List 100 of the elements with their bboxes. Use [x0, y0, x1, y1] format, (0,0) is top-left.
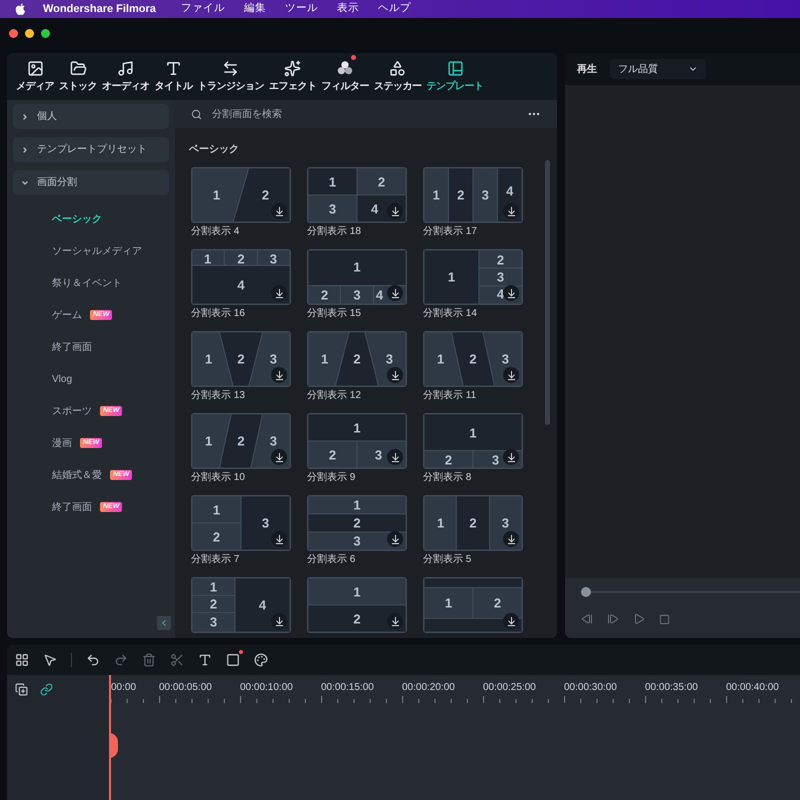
category-header[interactable]: 個人 [13, 104, 169, 129]
panel-number: 4 [506, 184, 514, 198]
collapse-button[interactable] [157, 616, 171, 630]
add-track-icon[interactable] [15, 683, 28, 696]
toolbar-tab[interactable]: トランジション [196, 60, 265, 94]
template-name: 分割表示 13 [191, 391, 246, 401]
panel-number: 3 [210, 616, 218, 629]
ruler-time-label: 00:00:30:00 [564, 683, 618, 693]
toolbar-tab[interactable]: ステッカー [373, 60, 422, 94]
category-item[interactable]: 結婚式＆愛 [52, 468, 102, 482]
category-item[interactable]: 終了画面 [52, 340, 92, 354]
menu-item[interactable]: ツール [284, 1, 318, 17]
toolbar-tab[interactable]: オーディオ [101, 60, 150, 94]
ruler-time-label: 00:00:20:00 [402, 683, 456, 693]
play-icon[interactable] [633, 613, 645, 625]
template-card[interactable]: 1 2 3 4 [307, 249, 407, 305]
download-icon [274, 288, 284, 298]
grid-icon[interactable] [15, 653, 29, 667]
text-icon[interactable] [198, 653, 212, 667]
category-item[interactable]: 漫画 [52, 436, 72, 450]
menu-item[interactable]: 表示 [336, 1, 359, 17]
progress-slider[interactable] [581, 587, 800, 597]
next-frame-icon[interactable] [607, 613, 619, 625]
toolbar-tab[interactable]: フィルター [320, 59, 370, 94]
template-card[interactable]: 1 2 3 [423, 331, 523, 387]
template-card[interactable]: 1 2 [307, 577, 407, 633]
toolbar-tab[interactable]: テンプレート [426, 60, 484, 94]
minimize-window-button[interactable] [25, 29, 34, 38]
download-icon [506, 534, 516, 544]
panel-number: 1 [353, 585, 361, 598]
category-item[interactable]: 祭り＆イベント [52, 276, 122, 290]
menu-item[interactable]: ヘルプ [378, 1, 411, 17]
redo-icon[interactable] [114, 653, 128, 667]
category-item[interactable]: ゲーム [52, 308, 82, 322]
section-title: ベーシック [189, 145, 240, 155]
template-name: 分割表示 10 [191, 473, 246, 483]
sticker-icon [389, 60, 406, 77]
template-card[interactable]: 1 2 3 [307, 413, 407, 469]
template-card[interactable]: 1 2 3 4 [307, 167, 407, 223]
template-card[interactable]: 1 2 3 [423, 413, 523, 469]
panel-number: 3 [502, 352, 509, 366]
progress-handle[interactable] [581, 587, 591, 597]
download-icon [274, 452, 284, 462]
palette-icon[interactable] [254, 653, 268, 667]
zoom-window-button[interactable] [41, 29, 50, 38]
close-window-button[interactable] [9, 29, 18, 38]
square-icon[interactable] [226, 653, 240, 667]
template-card[interactable]: 1 2 3 4 [191, 577, 291, 633]
template-name: 分割表示 14 [423, 309, 478, 319]
link-icon[interactable] [40, 683, 53, 696]
category-item[interactable]: Vlog [52, 372, 72, 386]
scrollbar-thumb[interactable] [545, 160, 550, 425]
app-name[interactable]: Wondershare Filmora [43, 0, 156, 18]
category-item[interactable]: スポーツ [52, 404, 92, 418]
category-item[interactable]: ソーシャルメディア [52, 244, 142, 258]
template-card[interactable]: 1 2 3 [191, 331, 291, 387]
menu-item[interactable]: 編集 [244, 1, 266, 17]
quality-dropdown[interactable]: フル品質 [610, 59, 706, 79]
template-card[interactable]: 1 2 3 [423, 495, 523, 551]
template-card[interactable]: 1 2 [423, 577, 523, 633]
delete-icon[interactable] [142, 653, 156, 667]
category-header[interactable]: テンプレートプリセット [13, 137, 169, 162]
ruler-time-label: 00:00:05:00 [159, 683, 213, 693]
stop-icon[interactable] [659, 614, 670, 624]
panel-number: 4 [376, 288, 384, 302]
category-header[interactable]: 画面分割 [13, 170, 169, 195]
menu-item[interactable]: ファイル [180, 1, 225, 17]
ruler-time-label: 00:00:15:00 [321, 683, 375, 693]
template-card[interactable]: 1 2 [191, 167, 291, 223]
previous-frame-icon[interactable] [581, 613, 593, 625]
playhead-handle[interactable] [109, 733, 118, 758]
template-card[interactable]: 1 2 3 [191, 495, 291, 551]
template-card[interactable]: 1 2 3 [307, 331, 407, 387]
ruler-time-label: 00:00:35:00 [645, 683, 699, 693]
toolbar-tab[interactable]: ストック [58, 60, 98, 94]
panel-number: 3 [502, 516, 509, 530]
toolbar-tab[interactable]: エフェクト [268, 60, 318, 94]
panel-number: 1 [204, 252, 212, 266]
undo-icon[interactable] [86, 653, 100, 667]
media-icon [26, 60, 44, 77]
template-name: 分割表示 18 [307, 227, 362, 237]
scissors-icon[interactable] [170, 653, 184, 667]
template-card[interactable]: 1 2 3 4 [191, 249, 291, 305]
template-card[interactable]: 1 2 3 4 [423, 167, 523, 223]
template-card[interactable]: 1 2 3 [191, 413, 291, 469]
category-item[interactable]: ベーシック [52, 212, 102, 226]
toolbar-tab[interactable]: タイトル [154, 60, 194, 94]
download-icon [390, 288, 400, 298]
category-item[interactable]: 終了画面 [52, 500, 92, 514]
panel-number: 2 [494, 596, 502, 610]
toolbar-tab[interactable]: メディア [15, 60, 55, 94]
template-card[interactable]: 1 2 3 [307, 495, 407, 551]
search-bar[interactable]: 分割画面を検索 [175, 100, 557, 128]
pointer-icon[interactable] [43, 653, 57, 667]
ruler-time-label: 00:00:10:00 [240, 683, 294, 693]
search-field[interactable]: 分割画面を検索 [212, 106, 517, 122]
download-icon [390, 616, 400, 626]
panel-number: 2 [210, 598, 218, 611]
panel-number: 2 [378, 175, 386, 188]
template-card[interactable]: 1 2 3 4 [423, 249, 523, 305]
